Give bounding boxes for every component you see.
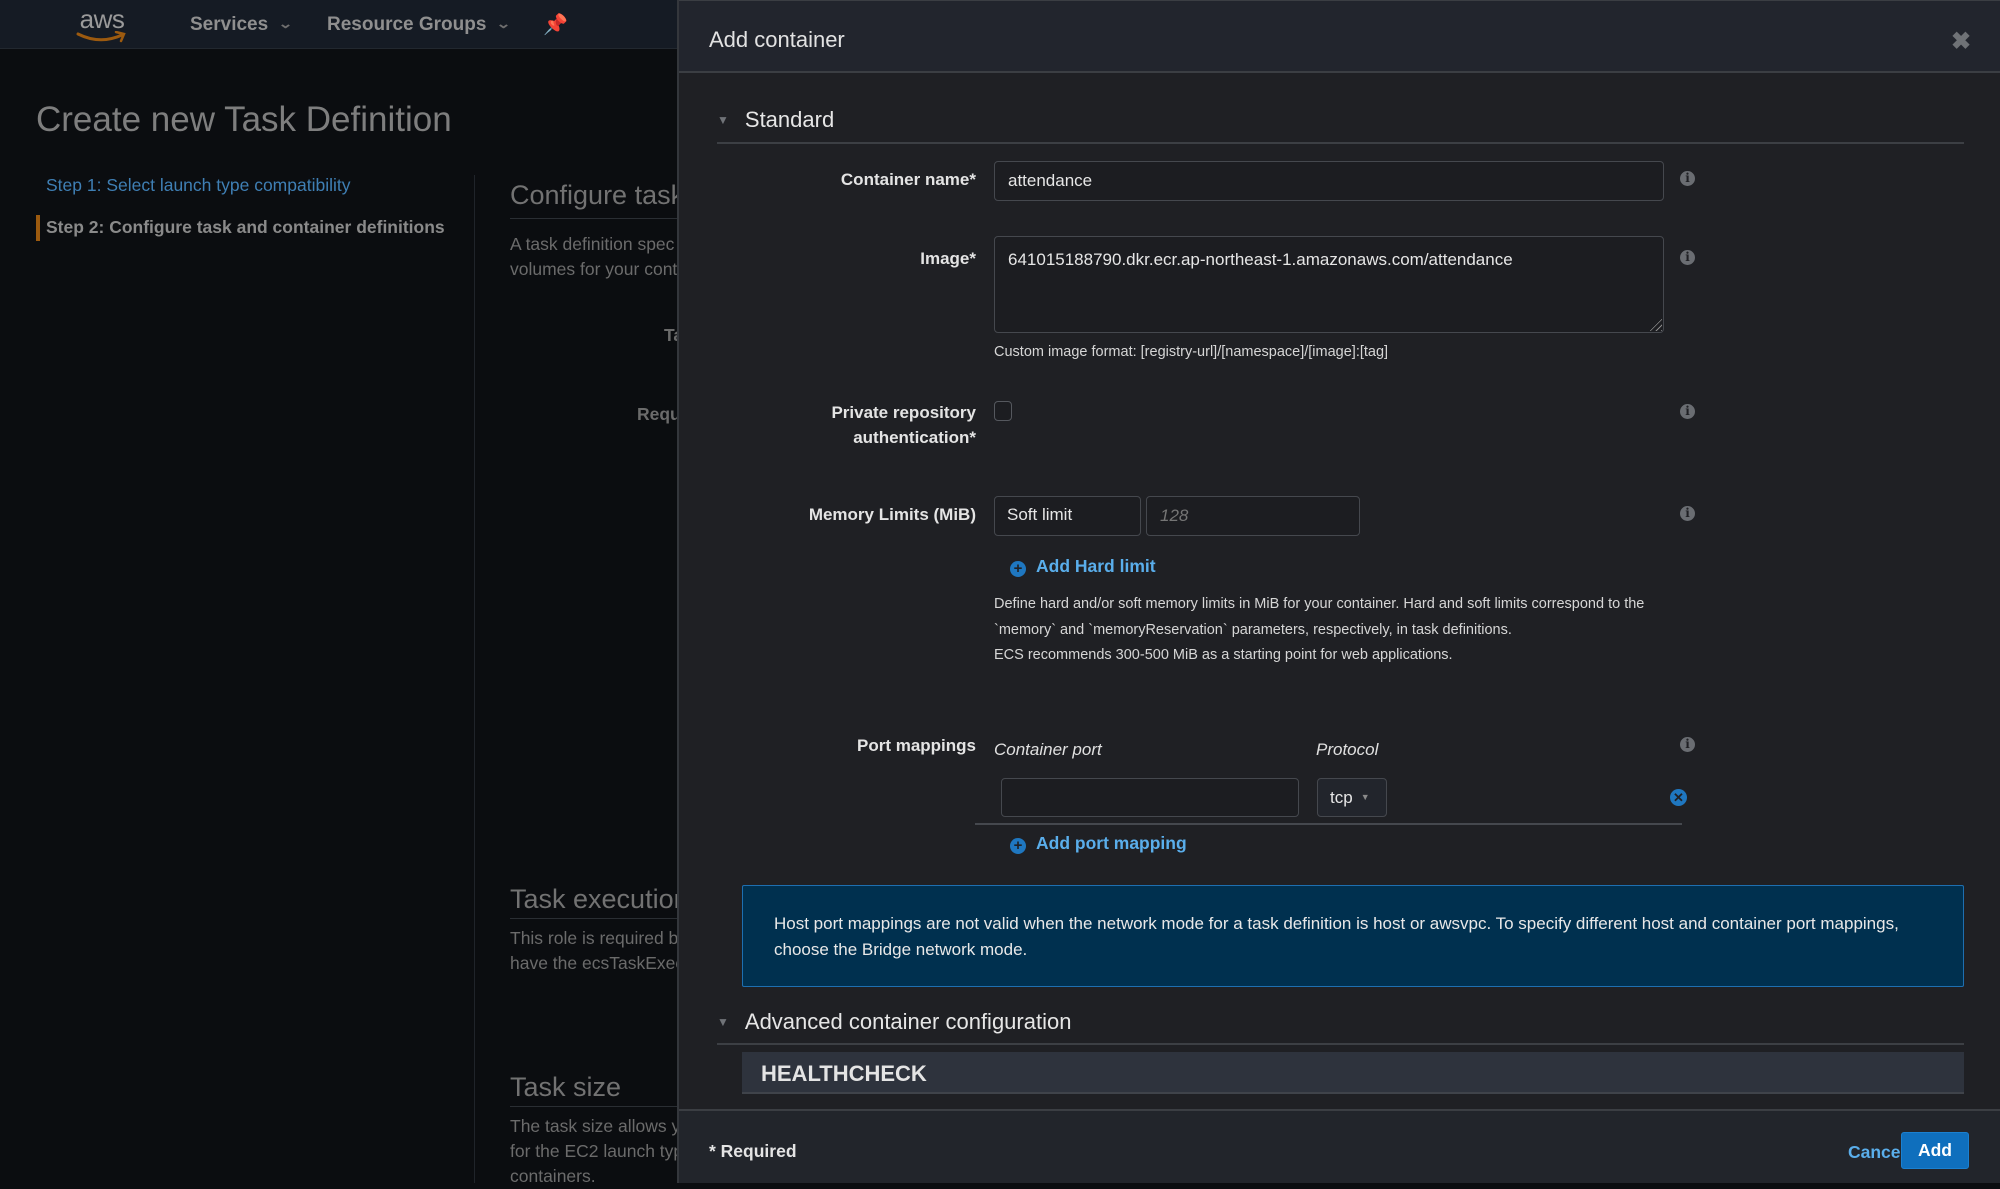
protocol-value: tcp: [1330, 788, 1353, 807]
protocol-select[interactable]: tcp ▼: [1317, 778, 1387, 817]
private-repo-auth-checkbox[interactable]: [994, 401, 1012, 421]
collapse-triangle-icon: ▼: [717, 113, 729, 127]
memory-help-line: `memory` and `memoryReservation` paramet…: [994, 622, 1512, 638]
add-port-mapping-label: Add port mapping: [1036, 833, 1187, 853]
private-repo-auth-label-line2: authentication*: [853, 428, 976, 447]
add-hard-limit-link[interactable]: + Add Hard limit: [1010, 556, 1156, 577]
network-mode-info-alert: Host port mappings are not valid when th…: [742, 885, 1964, 987]
container-name-input[interactable]: [994, 161, 1664, 201]
aws-logo[interactable]: aws: [74, 4, 130, 44]
image-textarea-wrapper: 641015188790.dkr.ecr.ap-northeast-1.amaz…: [994, 236, 1664, 333]
port-mappings-label: Port mappings: [856, 736, 976, 755]
limit-type-select[interactable]: Soft limit: [994, 496, 1141, 536]
configure-task-desc-line: A task definition spec: [510, 234, 675, 254]
info-icon[interactable]: i: [1680, 171, 1695, 186]
section-divider: [510, 1106, 680, 1107]
chevron-down-icon: ⌄: [278, 16, 294, 31]
page-title: Create new Task Definition: [36, 100, 452, 139]
advanced-section-title: Advanced container configuration: [744, 1009, 1072, 1034]
advanced-section-toggle[interactable]: ▼ Advanced container configuration: [717, 1009, 1071, 1035]
wizard-divider: [474, 175, 475, 1183]
remove-port-mapping-icon[interactable]: ✕: [1670, 789, 1687, 806]
healthcheck-subsection-header: HEALTHCHECK: [742, 1052, 1964, 1094]
memory-help-line: Define hard and/or soft memory limits in…: [994, 596, 1645, 612]
section-divider: [510, 918, 680, 919]
healthcheck-title: HEALTHCHECK: [761, 1061, 927, 1086]
caret-down-icon: ▼: [1360, 792, 1370, 802]
section-divider: [717, 142, 1964, 144]
image-format-help: Custom image format: [registry-url]/[nam…: [994, 344, 1389, 360]
close-icon[interactable]: ✖: [1951, 27, 1971, 56]
step-2-current: Step 2: Configure task and container def…: [46, 217, 445, 237]
private-repo-auth-label-line1: Private repository: [831, 403, 976, 422]
chevron-down-icon: ⌄: [496, 16, 512, 31]
image-textarea[interactable]: 641015188790.dkr.ecr.ap-northeast-1.amaz…: [994, 236, 1664, 333]
configure-task-heading: Configure task: [510, 180, 685, 210]
info-icon[interactable]: i: [1680, 506, 1695, 521]
section-divider: [717, 1043, 1964, 1045]
standard-section-toggle[interactable]: ▼ Standard: [717, 107, 834, 133]
protocol-column-header: Protocol: [1316, 740, 1379, 759]
limit-type-value: Soft limit: [1007, 505, 1073, 524]
panel-header: Add container ✖: [679, 0, 2000, 73]
plus-circle-icon: +: [1010, 561, 1026, 577]
container-port-column-header: Container port: [994, 740, 1102, 759]
step-1-link[interactable]: Step 1: Select launch type compatibility: [46, 175, 350, 196]
panel-title: Add container: [709, 27, 845, 52]
add-port-mapping-link[interactable]: + Add port mapping: [1010, 833, 1187, 854]
soft-limit-input[interactable]: [1146, 496, 1360, 536]
info-icon[interactable]: i: [1680, 737, 1695, 752]
add-hard-limit-label: Add Hard limit: [1036, 556, 1156, 576]
image-label: Image*: [920, 249, 976, 268]
collapse-triangle-icon: ▼: [717, 1015, 729, 1029]
add-button[interactable]: Add: [1901, 1132, 1969, 1169]
section-divider: [510, 218, 680, 219]
task-size-desc-line: The task size allows y: [510, 1116, 681, 1136]
memory-limits-label: Memory Limits (MiB): [808, 505, 976, 524]
configure-task-desc-line: volumes for your cont: [510, 259, 678, 279]
task-execution-desc-line: This role is required b: [510, 928, 679, 948]
panel-footer: * Required Cancel Add: [679, 1109, 2000, 1183]
services-menu[interactable]: Services ⌄: [190, 14, 294, 36]
plus-circle-icon: +: [1010, 838, 1026, 854]
info-alert-text: Host port mappings are not valid when th…: [774, 914, 1899, 959]
cancel-button[interactable]: Cancel: [1848, 1142, 1905, 1163]
add-container-panel: Add container ✖ ▼ Standard Container name…: [677, 0, 2000, 1183]
task-execution-desc-line: have the ecsTaskExec: [510, 953, 685, 973]
memory-help-line: ECS recommends 300-500 MiB as a starting…: [994, 647, 1453, 663]
aws-smile-icon: [76, 31, 126, 43]
info-icon[interactable]: i: [1680, 250, 1695, 265]
info-icon[interactable]: i: [1680, 404, 1695, 419]
resource-groups-label: Resource Groups: [327, 14, 487, 35]
task-size-desc-line: for the EC2 launch typ: [510, 1141, 684, 1161]
port-mappings-divider: [975, 823, 1682, 825]
pushpin-icon[interactable]: 📌: [543, 12, 568, 37]
requires-field-label: Requ: [637, 404, 681, 424]
container-name-label: Container name*: [840, 170, 976, 189]
services-label: Services: [190, 14, 269, 35]
standard-section-title: Standard: [744, 107, 835, 132]
resource-groups-menu[interactable]: Resource Groups ⌄: [327, 14, 512, 36]
task-size-desc-line: containers.: [510, 1166, 596, 1186]
current-step-indicator: [36, 215, 40, 241]
required-note: * Required: [709, 1141, 797, 1161]
container-port-input[interactable]: [1001, 778, 1299, 817]
task-size-heading: Task size: [510, 1072, 622, 1102]
